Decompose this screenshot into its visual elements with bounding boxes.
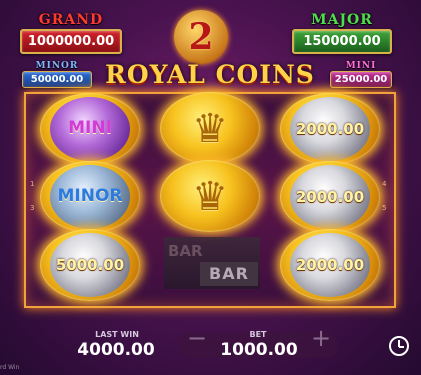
- bet-value: 1000.00: [220, 340, 298, 360]
- coin-label-mini: MINI: [68, 118, 112, 138]
- mini-jackpot: MINI 25000.00: [330, 61, 392, 88]
- mini-label: MINI: [345, 61, 377, 71]
- minor-jackpot: MINOR 50000.00: [22, 61, 92, 88]
- game-screen: GRAND 1000000.00 MAJOR 150000.00 MINOR 5…: [0, 0, 421, 375]
- coin-amount: 2000.00: [295, 188, 365, 206]
- bet-label: BET: [249, 330, 267, 339]
- clock-icon[interactable]: [389, 336, 409, 356]
- crown-icon: ♛: [192, 106, 228, 152]
- coin-amount: 2000.00: [295, 256, 365, 274]
- reel-right: 2000.00 2000.00 2000.00: [270, 93, 390, 306]
- bet-increase-button[interactable]: +: [308, 326, 334, 350]
- bar-symbol: BAR: [200, 262, 258, 286]
- card-win-text: rd Win: [0, 364, 20, 371]
- minor-value: 50000.00: [22, 71, 92, 88]
- bar-symbol-faded: BAR: [168, 242, 203, 260]
- bottom-bar: LAST WIN 4000.00 − BET 1000.00 +: [0, 318, 421, 375]
- last-win-label: LAST WIN: [95, 330, 139, 339]
- logo-title: ROYAL COINS: [105, 60, 315, 89]
- coin-amount: 5000.00: [55, 256, 125, 274]
- game-logo: 2 ROYAL COINS: [104, 10, 316, 96]
- coin-label-minor: MINOR: [57, 186, 123, 206]
- crown-icon: ♛: [192, 174, 228, 220]
- logo-number: 2: [188, 16, 214, 58]
- bet-decrease-button[interactable]: −: [184, 326, 210, 350]
- minor-label: MINOR: [35, 61, 79, 71]
- coin-amount: 2000.00: [295, 120, 365, 138]
- mini-value: 25000.00: [330, 71, 392, 88]
- logo-coin: 2: [174, 10, 228, 64]
- reel-left: MINI MINOR 5000.00: [30, 93, 150, 306]
- last-win-value: 4000.00: [77, 340, 155, 360]
